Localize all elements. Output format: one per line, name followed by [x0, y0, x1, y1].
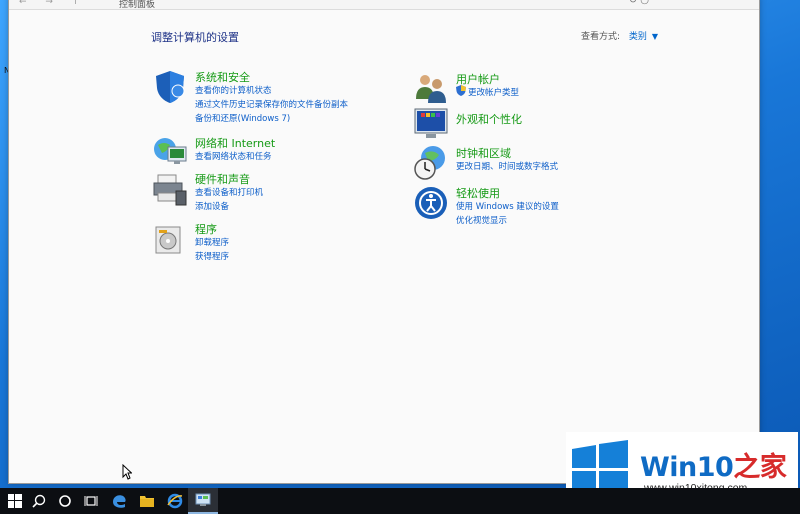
view-by-label: 查看方式:	[581, 32, 621, 42]
view-by: 查看方式: 类别 ▼	[581, 29, 658, 42]
page-title: 调整计算机的设置	[151, 31, 239, 44]
link-add-device[interactable]: 添加设备	[195, 200, 229, 212]
ease-of-access-icon[interactable]	[413, 185, 449, 221]
watermark-title-prefix: Win10	[640, 452, 734, 483]
uac-shield-icon	[456, 85, 466, 99]
category-title[interactable]: 外观和个性化	[456, 111, 522, 127]
shield-icon[interactable]	[152, 69, 188, 105]
link-check-status[interactable]: 查看你的计算机状态	[195, 84, 272, 96]
view-by-dropdown[interactable]: 类别	[629, 32, 647, 42]
refresh-icon[interactable]: ↻ ○	[629, 0, 649, 6]
link-change-account-type[interactable]: 更改帐户类型	[468, 86, 519, 98]
control-panel-icon[interactable]	[188, 488, 218, 514]
link-devices-printers[interactable]: 查看设备和打印机	[195, 186, 263, 198]
programs-disc-icon[interactable]	[152, 221, 188, 257]
link-optimize-visual[interactable]: 优化视觉显示	[456, 214, 507, 226]
file-explorer-icon[interactable]	[132, 488, 162, 514]
control-panel-window: ← → ↑ 控制面板 ↻ ○ 调整计算机的设置 查看方式: 类别 ▼ 系统和安全…	[8, 0, 760, 484]
monitor-palette-icon[interactable]	[413, 107, 449, 143]
clock-globe-icon[interactable]	[413, 145, 449, 181]
link-backup-restore[interactable]: 备份和还原(Windows 7)	[195, 112, 290, 124]
ie-icon[interactable]	[160, 488, 190, 514]
network-globe-icon[interactable]	[152, 135, 188, 171]
address-bar: ← → ↑ 控制面板 ↻ ○	[9, 0, 759, 10]
link-windows-recommended[interactable]: 使用 Windows 建议的设置	[456, 200, 559, 212]
category-title[interactable]: 程序	[195, 221, 217, 237]
link-network-status[interactable]: 查看网络状态和任务	[195, 150, 272, 162]
link-file-history[interactable]: 通过文件历史记录保存你的文件备份副本	[195, 98, 348, 110]
printer-icon[interactable]	[152, 171, 188, 207]
category-title[interactable]: 系统和安全	[195, 69, 250, 85]
users-icon[interactable]	[413, 71, 449, 107]
edge-icon[interactable]	[104, 488, 134, 514]
breadcrumb[interactable]: 控制面板	[119, 0, 155, 10]
watermark-title: Win10之家	[640, 445, 787, 484]
link-uninstall[interactable]: 卸载程序	[195, 236, 229, 248]
link-get-programs[interactable]: 获得程序	[195, 250, 229, 262]
task-view-icon[interactable]	[76, 488, 106, 514]
category-title[interactable]: 轻松使用	[456, 185, 500, 201]
mouse-cursor-icon	[122, 463, 133, 484]
category-title[interactable]: 网络和 Internet	[195, 135, 275, 151]
link-change-date-time[interactable]: 更改日期、时间或数字格式	[456, 160, 558, 172]
nav-arrows[interactable]: ← → ↑	[19, 0, 87, 7]
category-title[interactable]: 硬件和声音	[195, 171, 250, 187]
chevron-down-icon[interactable]: ▼	[652, 32, 658, 41]
category-title[interactable]: 时钟和区域	[456, 145, 511, 161]
watermark-title-suffix: 之家	[733, 452, 787, 483]
taskbar	[0, 488, 800, 514]
